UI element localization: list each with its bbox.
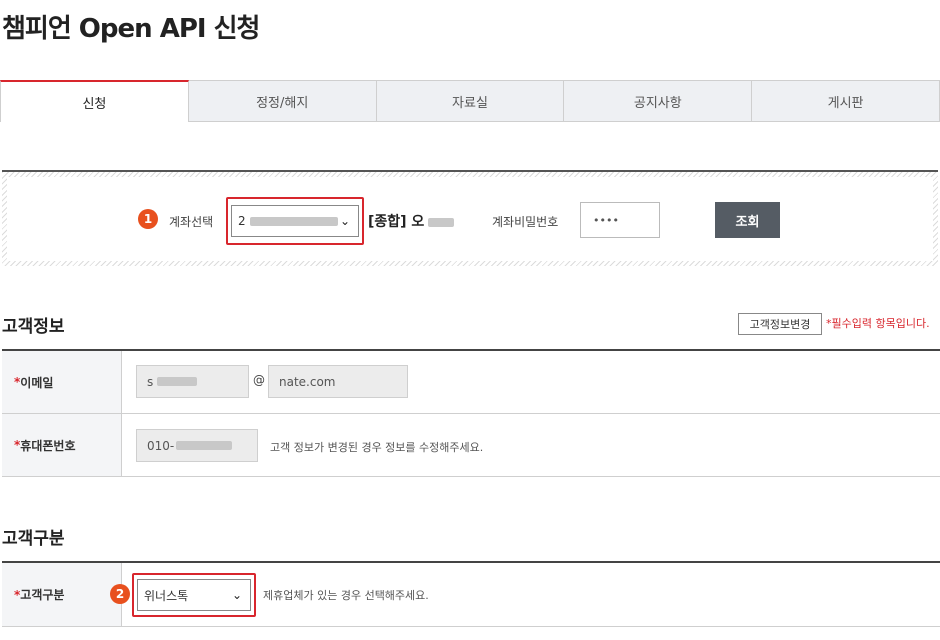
phone-input[interactable]: 010- xyxy=(136,429,258,462)
change-customer-info-button[interactable]: 고객정보변경 xyxy=(738,313,822,335)
customer-type-label: * 고객구분 xyxy=(2,563,122,626)
email-local-redacted xyxy=(157,377,198,386)
account-select[interactable]: 2 ⌄ xyxy=(231,205,359,237)
email-label: * 이메일 xyxy=(2,351,122,413)
tab-apply[interactable]: 신청 xyxy=(0,80,189,122)
step-1-badge: 1 xyxy=(138,209,158,229)
tab-modify-cancel[interactable]: 정정/해지 xyxy=(188,80,377,122)
email-local-input[interactable]: s xyxy=(136,365,249,398)
chevron-down-icon: ⌄ xyxy=(339,214,350,228)
customer-type-table: * 고객구분 2 위너스톡 ⌄ 제휴업체가 있는 경우 선택해주세요. xyxy=(2,561,940,627)
email-row: * 이메일 s @ nate.com xyxy=(2,351,940,414)
password-label: 계좌비밀번호 xyxy=(492,215,559,229)
customer-type-row: * 고객구분 2 위너스톡 ⌄ 제휴업체가 있는 경우 선택해주세요. xyxy=(2,563,940,627)
email-at-sign: @ xyxy=(253,373,265,387)
phone-row: * 휴대폰번호 010- 고객 정보가 변경된 경우 정보를 수정해주세요. xyxy=(2,414,940,477)
account-select-value: 2 xyxy=(238,214,246,228)
phone-label: * 휴대폰번호 xyxy=(2,414,122,476)
tab-notices[interactable]: 공지사항 xyxy=(564,80,753,122)
customer-type-help: 제휴업체가 있는 경우 선택해주세요. xyxy=(263,589,429,602)
tab-board[interactable]: 게시판 xyxy=(752,80,940,122)
search-button[interactable]: 조회 xyxy=(715,202,780,238)
password-input[interactable]: •••• xyxy=(580,202,660,238)
customer-info-title: 고객정보 xyxy=(2,317,65,337)
account-holder-redacted xyxy=(428,217,455,227)
tab-bar: 신청 정정/해지 자료실 공지사항 게시판 xyxy=(0,80,940,122)
account-type-text: [종합] 오 xyxy=(368,211,455,231)
phone-help-text: 고객 정보가 변경된 경우 정보를 수정해주세요. xyxy=(270,441,484,454)
chevron-down-icon: ⌄ xyxy=(231,588,242,602)
page-title: 챔피언 Open API 신청 xyxy=(2,14,260,44)
step-2-badge: 2 xyxy=(110,584,130,604)
tab-resources[interactable]: 자료실 xyxy=(376,80,565,122)
required-note: *필수입력 항목입니다. xyxy=(826,317,930,330)
account-select-label: 계좌선택 xyxy=(169,215,214,229)
email-domain-input[interactable]: nate.com xyxy=(268,365,408,398)
customer-type-title: 고객구분 xyxy=(2,529,65,549)
customer-type-select[interactable]: 위너스톡 ⌄ xyxy=(137,579,251,611)
account-number-redacted xyxy=(249,216,338,226)
account-select-panel: 1 계좌선택 2 ⌄ [종합] 오 계좌비밀번호 •••• 조회 xyxy=(2,170,938,266)
phone-redacted xyxy=(176,441,233,450)
customer-info-table: * 이메일 s @ nate.com * 휴대폰번호 010- 고객 정보가 변경된… xyxy=(2,349,940,477)
